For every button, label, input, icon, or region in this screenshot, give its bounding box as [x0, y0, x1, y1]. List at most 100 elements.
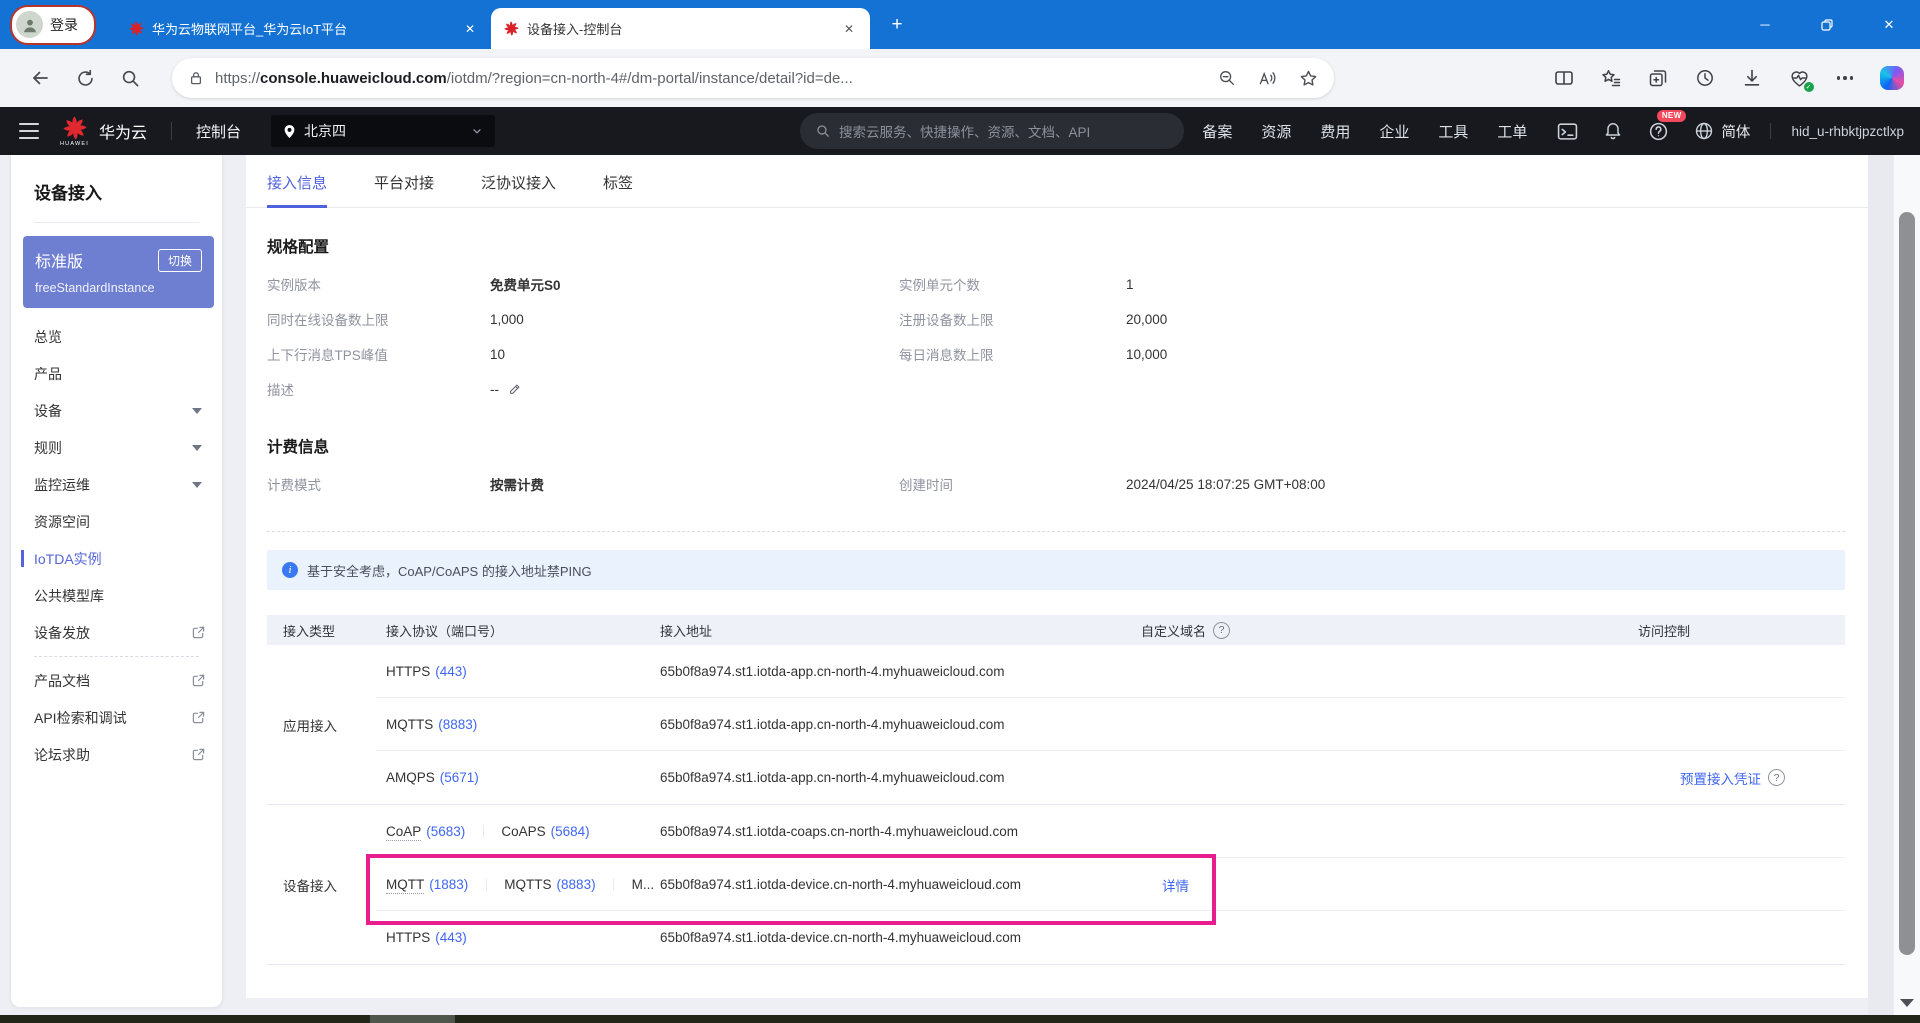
scrollbar-thumb[interactable] [1899, 212, 1915, 955]
question-circle-icon[interactable] [1213, 621, 1231, 639]
instance-switch-button[interactable]: 切换 [157, 248, 202, 272]
sidebar-item-监控运维[interactable]: 监控运维 [11, 466, 222, 503]
downloads-icon[interactable] [1742, 68, 1762, 88]
field-value-text: 10 [490, 346, 506, 362]
sidebar-item-产品文档[interactable]: 产品文档 [11, 662, 222, 699]
favorite-star-icon[interactable] [1299, 69, 1318, 88]
sidebar-item-label: 产品 [34, 365, 62, 382]
close-window-button[interactable]: ✕ [1858, 0, 1920, 49]
protocol-name[interactable]: HTTPS [386, 930, 430, 945]
tab-接入信息[interactable]: 接入信息 [267, 172, 328, 208]
language-globe-icon[interactable] [1694, 121, 1714, 141]
url-text[interactable]: https://console.huaweicloud.com/iotdm/?r… [215, 70, 1207, 87]
refresh-icon[interactable] [76, 69, 95, 88]
sidebar-item-API检索和调试[interactable]: API检索和调试 [11, 699, 222, 736]
browser-profile-button[interactable]: 登录 [10, 4, 96, 45]
protocol-name[interactable]: CoAPS [501, 824, 545, 839]
protocol-port-link[interactable]: (5683) [426, 824, 465, 839]
nav-menu-item-备案[interactable]: 备案 [1202, 121, 1232, 142]
page-scrollbar[interactable] [1893, 155, 1920, 1015]
protocol-name[interactable]: CoAP [386, 824, 422, 841]
tab-平台对接[interactable]: 平台对接 [374, 172, 434, 207]
protocol-name[interactable]: MQTTS [386, 717, 433, 732]
nav-menu-item-工具[interactable]: 工具 [1438, 121, 1468, 142]
protocol-name[interactable]: M... [632, 877, 655, 892]
console-search-input[interactable]: 搜索云服务、快捷操作、资源、文档、API [800, 113, 1184, 149]
question-circle-icon[interactable] [1768, 769, 1785, 786]
help-icon[interactable]: NEW [1648, 109, 1687, 142]
sidebar-item-设备发放[interactable]: 设备发放 [11, 614, 222, 651]
sidebar-item-设备[interactable]: 设备 [11, 392, 222, 429]
protocol-port-link[interactable]: (1883) [429, 877, 468, 892]
tab-标签[interactable]: 标签 [603, 172, 633, 207]
zoom-out-icon[interactable] [1218, 69, 1236, 87]
sidebar-item-总览[interactable]: 总览 [11, 318, 222, 355]
browser-tab-iot-platform[interactable]: 华为云物联网平台_华为云IoT平台 ✕ [116, 8, 491, 49]
browser-tab-device-access-console[interactable]: 设备接入-控制台 ✕ [491, 8, 870, 49]
protocol-port-link[interactable]: (443) [435, 930, 467, 945]
access-type-label: 应用接入 [283, 718, 337, 734]
table-group-应用接入: 应用接入 HTTPS (443) 65b0f8a974.st1.iotda-app.c… [267, 645, 1845, 805]
hamburger-menu-icon[interactable] [19, 122, 39, 140]
search-icon[interactable] [121, 69, 140, 88]
tab-close-icon[interactable]: ✕ [838, 18, 860, 40]
edit-pencil-icon[interactable] [508, 382, 522, 396]
console-link[interactable]: 控制台 [196, 121, 241, 142]
protocol-port-link[interactable]: (443) [435, 664, 467, 679]
protocol-port-link[interactable]: (8883) [557, 877, 596, 892]
detail-link[interactable]: 详情 [1162, 879, 1189, 894]
field-label: 每日消息数上限 [899, 348, 994, 363]
copilot-icon[interactable] [1880, 66, 1904, 90]
nav-menu-item-资源[interactable]: 资源 [1261, 121, 1291, 142]
sidebar-item-label: 监控运维 [34, 476, 90, 493]
protocol-name[interactable]: MQTTS [504, 877, 551, 892]
split-screen-icon[interactable] [1554, 68, 1574, 88]
header-custom-domain-label: 自定义域名 [1141, 623, 1207, 639]
protocol-port-link[interactable]: (5671) [440, 770, 479, 785]
huaweicloud-brand[interactable]: HUAWEI 华为云 [60, 116, 147, 147]
sidebar-item-规则[interactable]: 规则 [11, 429, 222, 466]
instance-card[interactable]: 标准版 切换 freeStandardInstance [23, 236, 214, 308]
scroll-down-arrow[interactable] [1894, 999, 1920, 1007]
tab-泛协议接入[interactable]: 泛协议接入 [481, 172, 556, 207]
back-icon[interactable] [30, 68, 50, 88]
protocol-port-link[interactable]: (8883) [438, 717, 477, 732]
protocol-name[interactable]: AMQPS [386, 770, 435, 785]
security-info-banner: i 基于安全考虑，CoAP/CoAPS 的接入地址禁PING [267, 550, 1845, 590]
protocol-port-link[interactable]: (5684) [551, 824, 590, 839]
sidebar-item-资源空间[interactable]: 资源空间 [11, 503, 222, 540]
language-label[interactable]: 简体 [1721, 121, 1750, 142]
sidebar-item-产品[interactable]: 产品 [11, 355, 222, 392]
nav-menu-item-企业[interactable]: 企业 [1379, 121, 1409, 142]
cli-terminal-icon[interactable] [1557, 121, 1578, 142]
table-row: AMQPS (5671) 65b0f8a974.st1.iotda-app.cn-n… [386, 751, 1845, 804]
minimize-button[interactable]: ─ [1734, 0, 1796, 49]
notifications-bell-icon[interactable] [1603, 121, 1623, 141]
nav-menu-item-费用[interactable]: 费用 [1320, 121, 1350, 142]
lock-icon[interactable] [188, 70, 204, 86]
nav-menu-item-工单[interactable]: 工单 [1497, 121, 1527, 142]
history-icon[interactable] [1695, 68, 1715, 88]
detail-tabs: 接入信息 平台对接 泛协议接入 标签 [246, 155, 1868, 208]
region-selector[interactable]: 北京四 [271, 115, 496, 147]
sidebar-item-公共模型库[interactable]: 公共模型库 [11, 577, 222, 614]
browser-essentials-icon[interactable]: ✓ [1789, 68, 1814, 92]
account-id[interactable]: hid_u-rhbktjpzctlxp [1791, 124, 1904, 139]
sidebar-item-论坛求助[interactable]: 论坛求助 [11, 736, 222, 773]
access-address: 65b0f8a974.st1.iotda-app.cn-north-4.myhu… [660, 717, 1005, 732]
field-value: 10 [490, 347, 899, 362]
address-bar[interactable]: https://console.huaweicloud.com/iotdm/?r… [172, 58, 1334, 98]
tab-close-icon[interactable]: ✕ [459, 18, 481, 40]
new-tab-button[interactable]: + [882, 10, 912, 40]
protocol-name[interactable]: HTTPS [386, 664, 430, 679]
read-aloud-icon[interactable] [1258, 69, 1277, 88]
protocol-name[interactable]: MQTT [386, 877, 425, 894]
sidebar-item-label: API检索和调试 [34, 709, 127, 726]
settings-more-icon[interactable] [1836, 76, 1853, 80]
restore-button[interactable] [1796, 0, 1858, 49]
collections-icon[interactable] [1648, 68, 1668, 88]
favorites-bar-icon[interactable] [1601, 68, 1621, 88]
sidebar-item-IoTDA实例[interactable]: IoTDA实例 [11, 540, 222, 577]
chevron-down-icon [471, 125, 483, 137]
preset-credential-link[interactable]: 预置接入凭证 [1680, 768, 1761, 788]
